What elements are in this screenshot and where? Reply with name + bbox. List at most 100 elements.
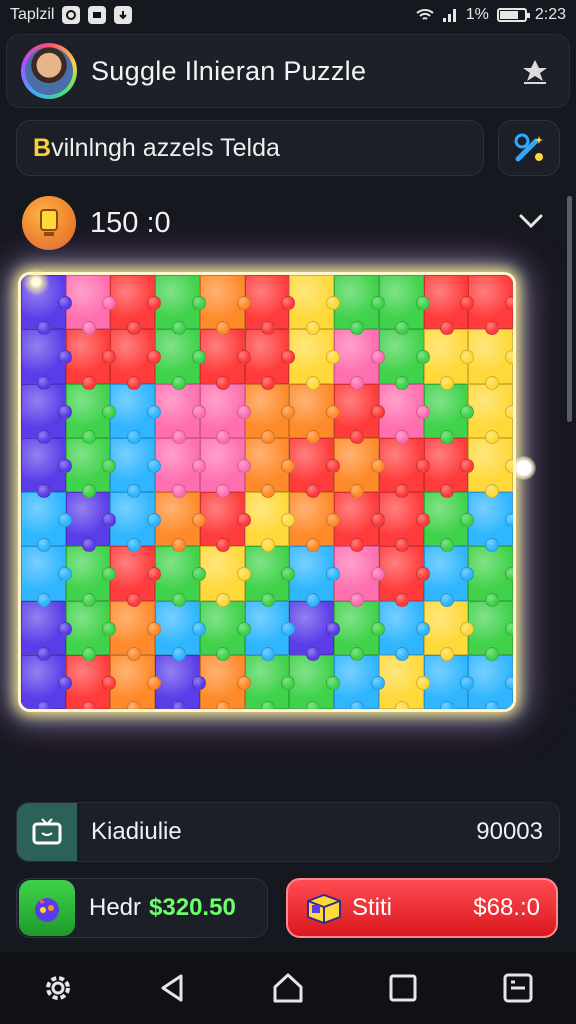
puzzle-piece[interactable] <box>21 437 72 499</box>
puzzle-piece[interactable] <box>199 600 251 662</box>
puzzle-piece[interactable] <box>110 383 161 445</box>
board-resize-handle[interactable] <box>512 456 536 480</box>
puzzle-piece[interactable] <box>468 600 513 662</box>
puzzle-piece[interactable] <box>334 437 385 499</box>
puzzle-piece[interactable] <box>65 437 117 499</box>
puzzle-piece[interactable] <box>65 600 117 662</box>
back-button[interactable] <box>151 966 195 1010</box>
stiti-button[interactable]: Stiti $68.:0 <box>286 878 558 938</box>
puzzle-piece[interactable] <box>110 437 161 499</box>
hedr-button[interactable]: Hedr $320.50 <box>16 878 268 938</box>
puzzle-piece[interactable] <box>199 329 251 390</box>
puzzle-piece[interactable] <box>334 492 385 553</box>
puzzle-piece[interactable] <box>378 329 430 390</box>
puzzle-piece[interactable] <box>199 437 251 499</box>
home-button[interactable] <box>266 966 310 1010</box>
puzzle-piece[interactable] <box>155 492 206 553</box>
puzzle-piece[interactable] <box>110 600 161 662</box>
magic-wand-button[interactable] <box>498 120 560 176</box>
puzzle-piece[interactable] <box>65 492 117 553</box>
puzzle-piece[interactable] <box>110 492 161 553</box>
puzzle-piece[interactable] <box>110 546 161 607</box>
puzzle-piece[interactable] <box>468 383 513 445</box>
puzzle-piece[interactable] <box>334 600 385 662</box>
puzzle-piece[interactable] <box>334 654 385 709</box>
puzzle-piece[interactable] <box>468 329 513 390</box>
puzzle-piece[interactable] <box>244 275 296 336</box>
puzzle-piece[interactable] <box>423 546 474 607</box>
puzzle-piece[interactable] <box>289 275 340 336</box>
puzzle-piece[interactable] <box>289 546 340 607</box>
puzzle-piece[interactable] <box>468 654 513 709</box>
puzzle-piece[interactable] <box>65 329 117 390</box>
puzzle-piece[interactable] <box>423 329 474 390</box>
puzzle-piece[interactable] <box>378 600 430 662</box>
puzzle-piece[interactable] <box>423 492 474 553</box>
menu-button[interactable] <box>496 966 540 1010</box>
puzzle-piece[interactable] <box>110 275 161 336</box>
puzzle-piece[interactable] <box>21 383 72 445</box>
settings-button[interactable] <box>36 966 80 1010</box>
puzzle-piece[interactable] <box>199 275 251 336</box>
puzzle-piece[interactable] <box>423 275 474 336</box>
puzzle-piece[interactable] <box>468 437 513 499</box>
puzzle-piece[interactable] <box>65 383 117 445</box>
puzzle-piece[interactable] <box>21 600 72 662</box>
user-avatar[interactable] <box>21 43 77 99</box>
puzzle-piece[interactable] <box>289 329 340 390</box>
puzzle-piece[interactable] <box>334 546 385 607</box>
puzzle-piece[interactable] <box>110 654 161 709</box>
puzzle-piece[interactable] <box>378 492 430 553</box>
puzzle-piece[interactable] <box>21 546 72 607</box>
puzzle-piece[interactable] <box>155 546 206 607</box>
recents-button[interactable] <box>381 966 425 1010</box>
puzzle-piece[interactable] <box>21 654 72 709</box>
puzzle-piece[interactable] <box>289 383 340 445</box>
puzzle-piece[interactable] <box>65 546 117 607</box>
puzzle-piece[interactable] <box>65 654 117 709</box>
puzzle-piece[interactable] <box>378 654 430 709</box>
scrollbar[interactable] <box>567 196 572 422</box>
pin-button[interactable] <box>515 51 555 91</box>
search-field[interactable]: B vilnlngh azzels Telda <box>16 120 484 176</box>
puzzle-piece[interactable] <box>423 654 474 709</box>
puzzle-piece[interactable] <box>289 654 340 709</box>
puzzle-board[interactable] <box>18 272 516 712</box>
puzzle-piece[interactable] <box>289 492 340 553</box>
puzzle-piece[interactable] <box>155 275 206 336</box>
puzzle-piece[interactable] <box>155 600 206 662</box>
puzzle-piece[interactable] <box>244 329 296 390</box>
puzzle-piece[interactable] <box>199 654 251 709</box>
puzzle-piece[interactable] <box>244 492 296 553</box>
puzzle-piece[interactable] <box>155 654 206 709</box>
puzzle-piece[interactable] <box>110 329 161 390</box>
puzzle-piece[interactable] <box>423 437 474 499</box>
puzzle-piece[interactable] <box>65 275 117 336</box>
puzzle-piece[interactable] <box>289 600 340 662</box>
puzzle-piece[interactable] <box>244 437 296 499</box>
puzzle-piece[interactable] <box>244 546 296 607</box>
puzzle-piece[interactable] <box>334 383 385 445</box>
puzzle-piece[interactable] <box>155 329 206 390</box>
expand-button[interactable] <box>514 206 548 236</box>
puzzle-piece[interactable] <box>378 546 430 607</box>
puzzle-piece[interactable] <box>378 275 430 336</box>
info-row[interactable]: Kiadiulie 90003 <box>16 802 560 862</box>
puzzle-piece[interactable] <box>468 492 513 553</box>
puzzle-piece[interactable] <box>334 329 385 390</box>
puzzle-piece[interactable] <box>21 492 72 553</box>
puzzle-piece[interactable] <box>468 546 513 607</box>
puzzle-piece[interactable] <box>289 437 340 499</box>
puzzle-piece[interactable] <box>244 600 296 662</box>
puzzle-piece[interactable] <box>334 275 385 336</box>
puzzle-piece[interactable] <box>155 437 206 499</box>
puzzle-piece[interactable] <box>423 600 474 662</box>
puzzle-piece[interactable] <box>378 383 430 445</box>
puzzle-piece[interactable] <box>244 383 296 445</box>
puzzle-piece[interactable] <box>21 329 72 390</box>
puzzle-piece[interactable] <box>155 383 206 445</box>
puzzle-piece[interactable] <box>199 383 251 445</box>
puzzle-piece[interactable] <box>244 654 296 709</box>
puzzle-piece[interactable] <box>423 383 474 445</box>
puzzle-piece[interactable] <box>468 275 513 336</box>
